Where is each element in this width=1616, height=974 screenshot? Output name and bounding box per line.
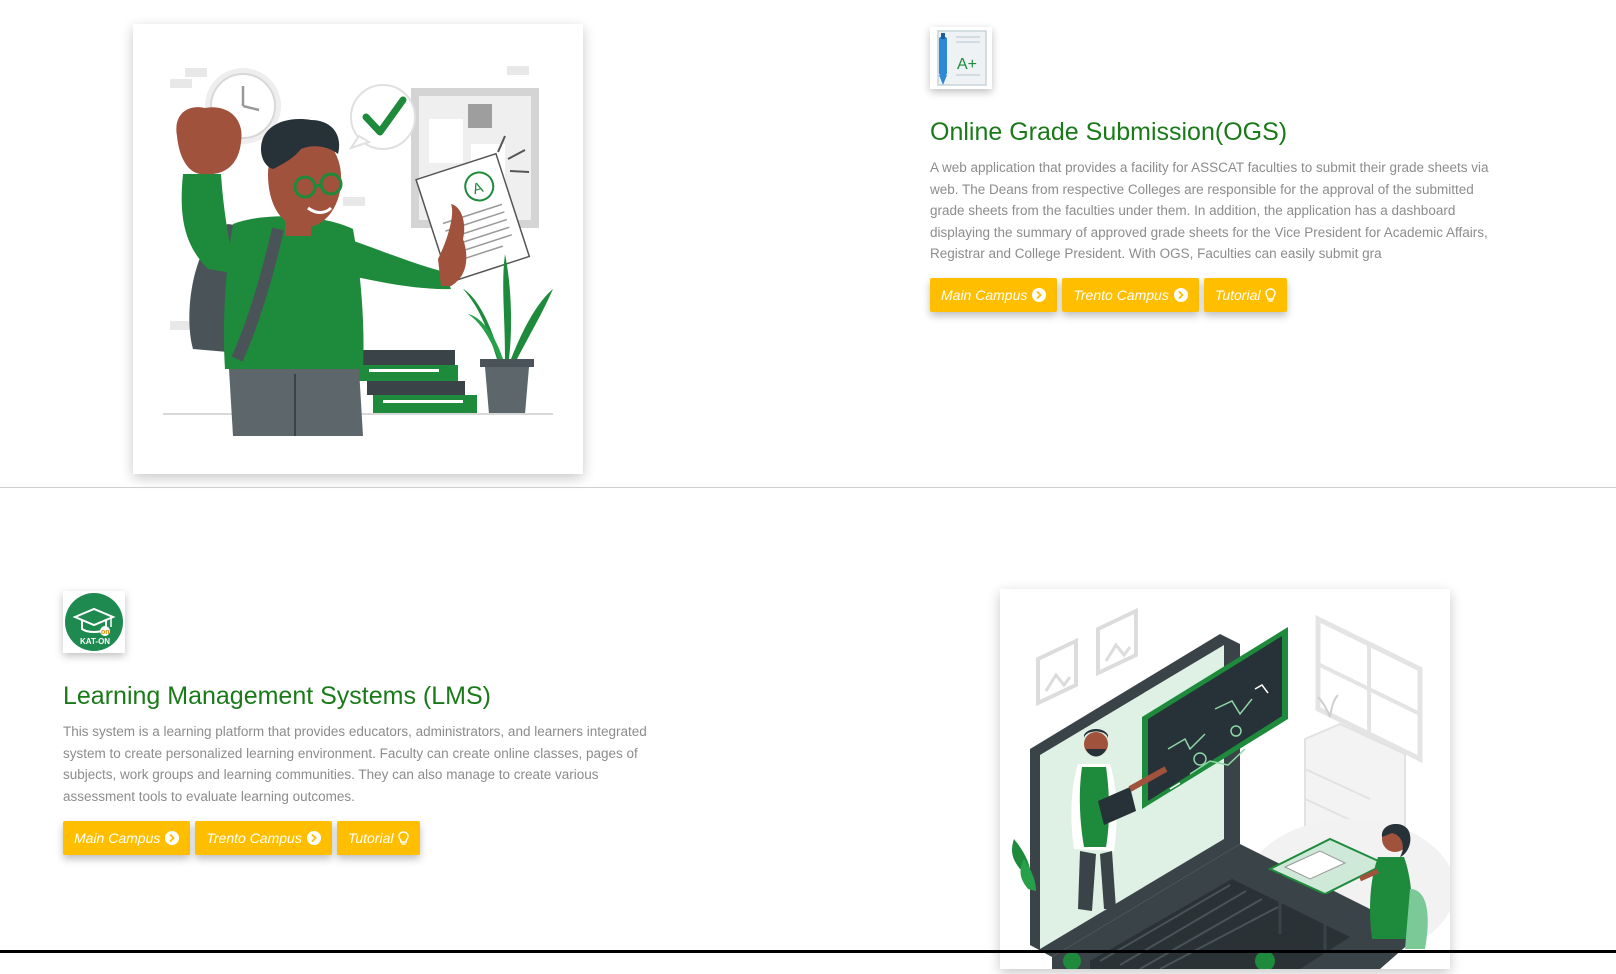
ogs-trento-campus-button[interactable]: Trento Campus — [1062, 278, 1199, 312]
lms-button-group: Main Campus Trento Campus Tutorial — [63, 821, 421, 855]
lms-logo: on KAT-ON — [63, 591, 125, 653]
lightbulb-icon — [1265, 287, 1277, 302]
button-label: Tutorial — [347, 830, 394, 846]
lms-illustration — [1000, 589, 1455, 971]
lms-description: This system is a learning platform that … — [63, 724, 647, 804]
grade-sheet-icon: A+ — [937, 30, 987, 86]
arrow-right-circle-icon — [1032, 288, 1047, 302]
arrow-right-circle-icon — [165, 831, 180, 845]
button-label: Main Campus — [74, 830, 161, 846]
button-label: Trento Campus — [1073, 287, 1169, 303]
lms-title: Learning Management Systems (LMS) — [63, 682, 491, 710]
ogs-logo: A+ — [930, 27, 992, 89]
lightbulb-icon — [398, 830, 410, 845]
button-label: Trento Campus — [206, 830, 302, 846]
ogs-illustration: A — [133, 24, 583, 474]
button-label: Tutorial — [1214, 287, 1261, 303]
svg-text:on: on — [101, 629, 110, 636]
lms-tutorial-button[interactable]: Tutorial — [336, 821, 421, 855]
button-label: Main Campus — [941, 287, 1028, 303]
section-divider — [0, 487, 1616, 488]
arrow-right-circle-icon — [1173, 288, 1188, 302]
lms-trento-campus-button[interactable]: Trento Campus — [195, 821, 332, 855]
graduation-cap-icon: on KAT-ON — [65, 593, 123, 651]
ogs-description: A web application that provides a facili… — [930, 160, 1489, 261]
svg-text:KAT-ON: KAT-ON — [80, 637, 110, 646]
svg-text:A+: A+ — [957, 56, 977, 73]
lms-main-campus-button[interactable]: Main Campus — [63, 821, 191, 855]
ogs-tutorial-button[interactable]: Tutorial — [1203, 278, 1288, 312]
ogs-title: Online Grade Submission(OGS) — [930, 118, 1288, 146]
online-teaching-illustration — [1012, 607, 1455, 971]
ogs-main-campus-button[interactable]: Main Campus — [930, 278, 1058, 312]
student-celebrating-illustration: A — [163, 66, 553, 436]
ogs-button-group: Main Campus Trento Campus Tutorial — [930, 278, 1288, 312]
arrow-right-circle-icon — [306, 831, 321, 845]
